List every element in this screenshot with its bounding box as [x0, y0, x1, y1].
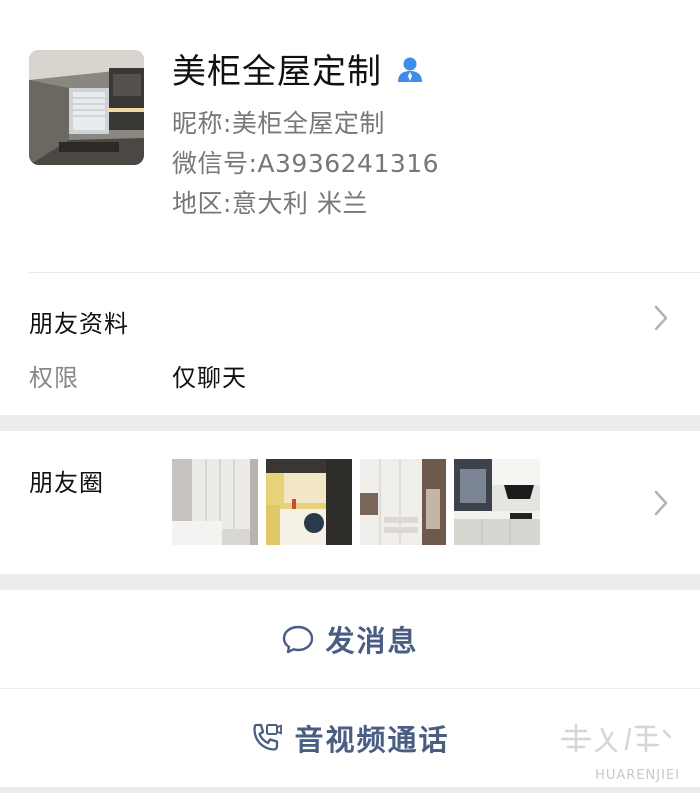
send-message-label: 发消息: [325, 624, 419, 658]
phone-video-icon: [253, 723, 283, 751]
moments-photo-2[interactable]: [266, 459, 352, 545]
moments-photo-4[interactable]: [454, 459, 540, 545]
section-separator: [0, 574, 700, 590]
send-message-button[interactable]: 发消息: [0, 590, 700, 688]
section-separator: [0, 787, 700, 793]
permission-label: 权限: [29, 364, 79, 392]
friend-info-row[interactable]: 朋友资料: [0, 273, 700, 345]
contact-person-icon: [396, 55, 424, 83]
video-call-label: 音视频通话: [294, 723, 450, 757]
moments-thumbnails: [172, 459, 540, 545]
nickname-text: 昵称:美柜全屋定制: [172, 109, 385, 138]
profile-header: 美柜全屋定制 昵称:美柜全屋定制 微信号:A3936241316 地区:意大利 …: [0, 0, 700, 272]
permission-value: 仅聊天: [172, 364, 247, 392]
section-separator: [0, 415, 700, 431]
friend-info-title: 朋友资料: [29, 310, 129, 338]
moments-photo-3[interactable]: [360, 459, 446, 545]
moments-photo-1[interactable]: [172, 459, 258, 545]
chevron-right-icon: [654, 490, 668, 516]
moments-title: 朋友圈: [29, 469, 104, 497]
avatar[interactable]: [29, 50, 144, 165]
chevron-right-icon: [654, 305, 668, 331]
watermark-text: HUARENJIEI: [595, 768, 680, 783]
display-name: 美柜全屋定制: [172, 52, 382, 92]
region-text: 地区:意大利 米兰: [172, 189, 368, 218]
wechat-id-text: 微信号:A3936241316: [172, 149, 440, 178]
chat-bubble-icon: [283, 625, 314, 654]
